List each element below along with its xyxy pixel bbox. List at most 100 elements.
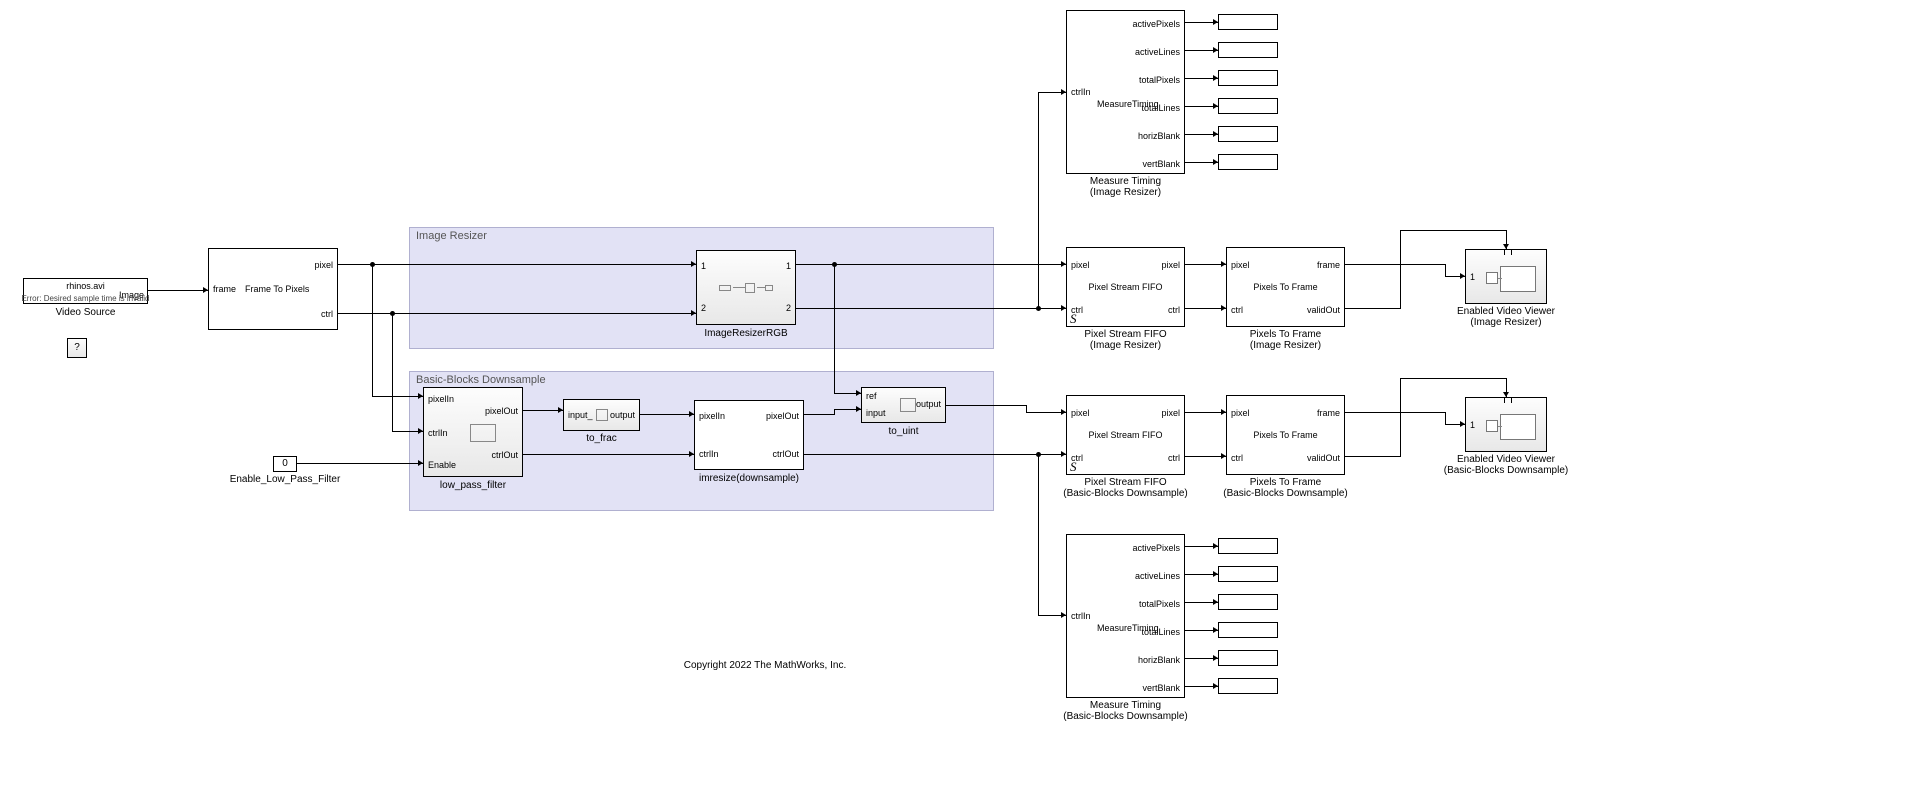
fifo2-out1: pixel xyxy=(1161,408,1180,418)
mt1-disp-1 xyxy=(1218,42,1278,58)
mt1-disp-2 xyxy=(1218,70,1278,86)
mt1-in: ctrlIn xyxy=(1071,87,1091,97)
ir-caption: ImageResizerRGB xyxy=(696,328,796,339)
mt1-disp-4 xyxy=(1218,126,1278,142)
p2f2-cap: Pixels To Frame xyxy=(1206,477,1365,488)
fifo1-out2: ctrl xyxy=(1168,305,1180,315)
mt2-sub: (Basic-Blocks Downsample) xyxy=(1046,711,1205,722)
viewer2-p: 1 xyxy=(1470,420,1475,430)
downsample-block[interactable]: pixelIn ctrlIn pixelOut ctrlOut xyxy=(694,400,804,470)
fifo2-in1: pixel xyxy=(1071,408,1090,418)
ir-out2: 2 xyxy=(786,303,791,313)
f2p-out-pixel: pixel xyxy=(314,260,333,270)
lpf-in1: pixelIn xyxy=(428,394,454,404)
area-basic-title: Basic-Blocks Downsample xyxy=(416,374,546,386)
p2f1-in1: pixel xyxy=(1231,260,1250,270)
enable-caption: Enable_Low_Pass_Filter xyxy=(222,474,348,485)
p2f1-out1: frame xyxy=(1317,260,1340,270)
lpf-in3: Enable xyxy=(428,460,456,470)
p2f1-cap: Pixels To Frame xyxy=(1226,329,1345,340)
mt2-cap: Measure Timing xyxy=(1046,700,1205,711)
viewer-resizer-block[interactable]: 1 xyxy=(1465,249,1547,304)
fifo2-name: Pixel Stream FIFO xyxy=(1067,430,1184,440)
fifo2-sub: (Basic-Blocks Downsample) xyxy=(1046,488,1205,499)
viewer1-sub: (Image Resizer) xyxy=(1450,317,1562,328)
measure-timing-resizer[interactable]: ctrlIn MeasureTiming activePixels active… xyxy=(1066,10,1185,174)
mt1-p5: vertBlank xyxy=(1142,159,1180,169)
fifo1-cap: Pixel Stream FIFO xyxy=(1066,329,1185,340)
to-uint-block[interactable]: ref input output xyxy=(861,387,946,423)
mt2-disp-1 xyxy=(1218,566,1278,582)
p2f1-sub: (Image Resizer) xyxy=(1226,340,1345,351)
p2f1-in2: ctrl xyxy=(1231,305,1243,315)
fifo2-out2: ctrl xyxy=(1168,453,1180,463)
p2f1-out2: validOut xyxy=(1307,305,1340,315)
fifo1-name: Pixel Stream FIFO xyxy=(1067,282,1184,292)
video-source-caption: Video Source xyxy=(23,307,148,318)
mt1-disp-5 xyxy=(1218,154,1278,170)
copyright: Copyright 2022 The MathWorks, Inc. xyxy=(640,660,890,671)
p2f2-out2: validOut xyxy=(1307,453,1340,463)
p2f2-in1: pixel xyxy=(1231,408,1250,418)
video-source-block[interactable]: rhinos.avi Image Error: Desired sample t… xyxy=(23,278,148,304)
lpf-caption: low_pass_filter xyxy=(423,480,523,491)
ir-in1: 1 xyxy=(701,261,706,271)
fifo1-sub: (Image Resizer) xyxy=(1066,340,1185,351)
ds-out1: pixelOut xyxy=(766,411,799,421)
mt1-p2: totalPixels xyxy=(1139,75,1180,85)
help-block[interactable]: ? xyxy=(67,338,87,358)
fifo-resizer-block[interactable]: pixel ctrl pixel ctrl Pixel Stream FIFO … xyxy=(1066,247,1185,327)
p2f-basic-block[interactable]: pixel ctrl frame validOut Pixels To Fram… xyxy=(1226,395,1345,475)
help-icon: ? xyxy=(74,342,80,353)
area-resizer-title: Image Resizer xyxy=(416,230,487,242)
diagram-canvas: Image Resizer Basic-Blocks Downsample rh… xyxy=(0,0,1907,792)
touint-caption: to_uint xyxy=(861,426,946,437)
p2f-resizer-block[interactable]: pixel ctrl frame validOut Pixels To Fram… xyxy=(1226,247,1345,327)
frame-to-pixels-block[interactable]: frame Frame To Pixels pixel ctrl xyxy=(208,248,338,330)
lpf-out1: pixelOut xyxy=(485,406,518,416)
mt1-sub: (Image Resizer) xyxy=(1066,187,1185,198)
mt1-p0: activePixels xyxy=(1132,19,1180,29)
fifo2-cap: Pixel Stream FIFO xyxy=(1046,477,1205,488)
viewer2-sub: (Basic-Blocks Downsample) xyxy=(1440,465,1572,476)
ds-in2: ctrlIn xyxy=(699,449,719,459)
mt2-disp-2 xyxy=(1218,594,1278,610)
fifo-basic-block[interactable]: pixel ctrl pixel ctrl Pixel Stream FIFO … xyxy=(1066,395,1185,475)
ir-in2: 2 xyxy=(701,303,706,313)
mt2-p4: horizBlank xyxy=(1138,655,1180,665)
fifo1-in1: pixel xyxy=(1071,260,1090,270)
fifo1-out1: pixel xyxy=(1161,260,1180,270)
enable-value: 0 xyxy=(282,458,288,469)
mt2-in: ctrlIn xyxy=(1071,611,1091,621)
mt2-disp-5 xyxy=(1218,678,1278,694)
measure-timing-basic[interactable]: ctrlIn MeasureTiming activePixels active… xyxy=(1066,534,1185,698)
enable-constant[interactable]: 0 xyxy=(273,456,297,472)
fifo1-s: S xyxy=(1070,311,1077,327)
image-resizer-block[interactable]: 1 2 1 2 xyxy=(696,250,796,325)
mt1-disp-0 xyxy=(1218,14,1278,30)
mt1-p4: horizBlank xyxy=(1138,131,1180,141)
fifo2-s: S xyxy=(1070,459,1077,475)
f2p-name: Frame To Pixels xyxy=(245,284,309,294)
viewer2-cap: Enabled Video Viewer xyxy=(1440,454,1572,465)
tofrac-out: output xyxy=(610,410,635,420)
viewer-basic-block[interactable]: 1 xyxy=(1465,397,1547,452)
viewer1-p: 1 xyxy=(1470,272,1475,282)
to-frac-block[interactable]: input_ output xyxy=(563,399,640,431)
tofrac-caption: to_frac xyxy=(563,433,640,444)
f2p-out-ctrl: ctrl xyxy=(321,309,333,319)
mt2-p2: totalPixels xyxy=(1139,599,1180,609)
tofrac-in: input_ xyxy=(568,410,593,420)
ir-out1: 1 xyxy=(786,261,791,271)
mt1-cap: Measure Timing xyxy=(1066,176,1185,187)
mt2-p0: activePixels xyxy=(1132,543,1180,553)
p2f1-name: Pixels To Frame xyxy=(1227,282,1344,292)
p2f2-in2: ctrl xyxy=(1231,453,1243,463)
lpf-in2: ctrlIn xyxy=(428,428,448,438)
mt2-p1: activeLines xyxy=(1135,571,1180,581)
low-pass-filter-block[interactable]: pixelIn ctrlIn Enable pixelOut ctrlOut xyxy=(423,387,523,477)
f2p-in: frame xyxy=(213,284,236,294)
mt1-p1: activeLines xyxy=(1135,47,1180,57)
touint-out: output xyxy=(916,399,941,409)
p2f2-sub: (Basic-Blocks Downsample) xyxy=(1206,488,1365,499)
